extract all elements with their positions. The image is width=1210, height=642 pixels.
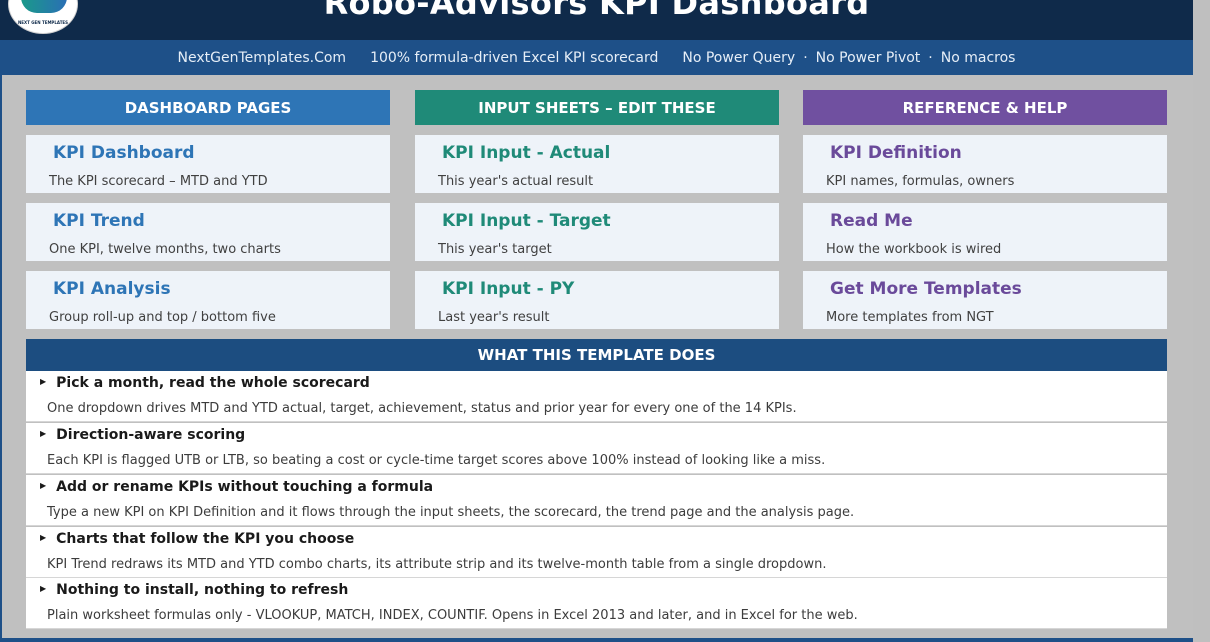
- tagline: 100% formula-driven Excel KPI scorecard: [370, 49, 659, 66]
- nav-card-title: Read Me: [830, 211, 913, 231]
- feature-item: ▶ Pick a month, read the whole scorecard …: [26, 371, 1167, 422]
- nav-card-title: KPI Analysis: [53, 279, 171, 299]
- feature-title: Nothing to install, nothing to refresh: [56, 582, 349, 598]
- logo-text: NEXT GEN TEMPLATES: [17, 20, 69, 25]
- feature-item: ▶ Charts that follow the KPI you choose K…: [26, 527, 1167, 578]
- feature-item: ▶ Nothing to install, nothing to refresh …: [26, 578, 1167, 629]
- nav-card-subtitle: The KPI scorecard – MTD and YTD: [49, 174, 268, 189]
- separator: ·: [928, 49, 933, 66]
- nav-card-kpi-dashboard[interactable]: KPI Dashboard The KPI scorecard – MTD an…: [26, 135, 390, 193]
- nav-card-read-me[interactable]: Read Me How the workbook is wired: [803, 203, 1167, 261]
- nav-card-subtitle: One KPI, twelve months, two charts: [49, 242, 281, 257]
- column-heading-dashboard-pages: DASHBOARD PAGES: [26, 90, 390, 125]
- logo-mark-icon: [21, 0, 67, 13]
- nav-card-subtitle: KPI names, formulas, owners: [826, 174, 1015, 189]
- nav-card-kpi-input-actual[interactable]: KPI Input - Actual This year's actual re…: [415, 135, 779, 193]
- requirements: No Power Query · No Power Pivot · No macros: [682, 50, 1015, 66]
- nav-card-title: KPI Input - Actual: [442, 143, 611, 163]
- info-bar: NextGenTemplates.Com 100% formula-driven…: [0, 40, 1193, 75]
- nav-card-kpi-input-py[interactable]: KPI Input - PY Last year's result: [415, 271, 779, 329]
- bullet-triangle-icon: ▶: [40, 532, 47, 542]
- feature-description: Plain worksheet formulas only - VLOOKUP,…: [47, 608, 858, 623]
- nav-card-title: KPI Definition: [830, 143, 962, 163]
- nav-card-subtitle: More templates from NGT: [826, 310, 994, 325]
- title-bar: Robo-Advisors KPI Dashboard: [0, 0, 1193, 40]
- nav-card-kpi-definition[interactable]: KPI Definition KPI names, formulas, owne…: [803, 135, 1167, 193]
- bottom-border: [0, 638, 1193, 642]
- page-title: Robo-Advisors KPI Dashboard: [323, 0, 870, 22]
- feature-item: ▶ Add or rename KPIs without touching a f…: [26, 475, 1167, 526]
- bullet-triangle-icon: ▶: [40, 428, 47, 438]
- bullet-triangle-icon: ▶: [40, 583, 47, 593]
- nav-card-subtitle: This year's actual result: [438, 174, 594, 189]
- feature-title: Add or rename KPIs without touching a fo…: [56, 479, 434, 495]
- nav-card-subtitle: Last year's result: [438, 310, 550, 325]
- feature-title: Pick a month, read the whole scorecard: [56, 375, 370, 391]
- column-heading-reference-help: REFERENCE & HELP: [803, 90, 1167, 125]
- column-heading-input-sheets: INPUT SHEETS – EDIT THESE: [415, 90, 779, 125]
- separator: ·: [803, 49, 808, 66]
- nav-card-subtitle: How the workbook is wired: [826, 242, 1002, 257]
- nav-card-subtitle: This year's target: [438, 242, 552, 257]
- bullet-triangle-icon: ▶: [40, 480, 47, 490]
- feature-description: Each KPI is flagged UTB or LTB, so beati…: [47, 453, 826, 468]
- nav-card-title: KPI Dashboard: [53, 143, 195, 163]
- bullet-triangle-icon: ▶: [40, 376, 47, 386]
- feature-title: Direction-aware scoring: [56, 427, 246, 443]
- nav-card-title: KPI Input - Target: [442, 211, 611, 231]
- nav-card-kpi-analysis[interactable]: KPI Analysis Group roll-up and top / bot…: [26, 271, 390, 329]
- feature-description: Type a new KPI on KPI Definition and it …: [47, 505, 855, 520]
- feature-description: KPI Trend redraws its MTD and YTD combo …: [47, 557, 827, 572]
- feature-description: One dropdown drives MTD and YTD actual, …: [47, 401, 797, 416]
- nav-card-title: KPI Trend: [53, 211, 145, 231]
- nav-card-title: Get More Templates: [830, 279, 1022, 299]
- section-heading-what-this-does: WHAT THIS TEMPLATE DOES: [26, 339, 1167, 371]
- nav-card-get-more-templates[interactable]: Get More Templates More templates from N…: [803, 271, 1167, 329]
- site-name: NextGenTemplates.Com: [177, 49, 347, 66]
- nav-card-title: KPI Input - PY: [442, 279, 575, 299]
- nav-card-kpi-input-target[interactable]: KPI Input - Target This year's target: [415, 203, 779, 261]
- feature-title: Charts that follow the KPI you choose: [56, 531, 355, 547]
- note-power-query: No Power Query: [682, 49, 796, 66]
- left-border: [0, 40, 2, 642]
- feature-item: ▶ Direction-aware scoring Each KPI is fla…: [26, 423, 1167, 474]
- nav-card-subtitle: Group roll-up and top / bottom five: [49, 310, 276, 325]
- note-macros: No macros: [940, 49, 1016, 66]
- note-power-pivot: No Power Pivot: [815, 49, 921, 66]
- nav-card-kpi-trend[interactable]: KPI Trend One KPI, twelve months, two ch…: [26, 203, 390, 261]
